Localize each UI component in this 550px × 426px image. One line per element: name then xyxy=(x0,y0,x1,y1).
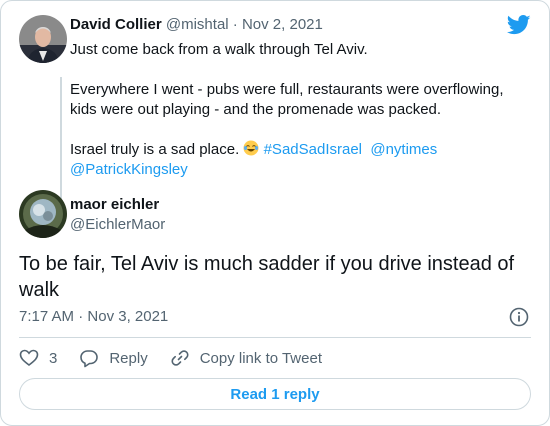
avatar[interactable] xyxy=(19,190,67,238)
tweet-line-3-text: Israel truly is a sad place. xyxy=(70,141,240,158)
copy-link-label: Copy link to Tweet xyxy=(199,349,322,367)
thread-connector-line xyxy=(60,77,62,199)
mention-link[interactable]: @PatrickKingsley xyxy=(70,161,188,178)
tweet-time[interactable]: 7:17 AM xyxy=(19,308,74,325)
tweet-date[interactable]: Nov 2, 2021 xyxy=(242,16,323,33)
tweet-embed-card: David Collier @mishtal · Nov 2, 2021 Jus… xyxy=(0,0,550,426)
tweet-timestamp[interactable]: 7:17 AM · Nov 3, 2021 xyxy=(19,308,168,325)
reply-button[interactable]: Reply xyxy=(79,348,148,368)
like-count: 3 xyxy=(49,349,58,367)
copy-link-button[interactable]: Copy link to Tweet xyxy=(170,348,322,368)
author-name[interactable]: David Collier xyxy=(70,16,162,33)
tweet-line-3: Israel truly is a sad place. #SadSadIsra… xyxy=(70,140,520,180)
tweet-date[interactable]: Nov 3, 2021 xyxy=(87,308,168,325)
author-handle[interactable]: @EichlerMaor xyxy=(70,216,165,233)
face-with-tears-of-joy-emoji-icon xyxy=(243,140,259,156)
separator: · xyxy=(232,16,238,33)
parent-tweet-header: David Collier @mishtal · Nov 2, 2021 xyxy=(70,16,323,33)
twitter-bird-icon[interactable] xyxy=(507,15,531,35)
read-replies-button[interactable]: Read 1 reply xyxy=(19,378,531,410)
info-icon[interactable] xyxy=(509,307,529,327)
reply-bubble-icon xyxy=(80,350,99,368)
divider xyxy=(19,337,531,338)
avatar[interactable] xyxy=(19,15,67,63)
tweet-line-2: Everywhere I went - pubs were full, rest… xyxy=(70,81,504,118)
reply-label: Reply xyxy=(109,349,148,367)
author-handle[interactable]: @mishtal xyxy=(166,16,229,33)
link-icon xyxy=(171,350,189,366)
author-name[interactable]: maor eichler xyxy=(70,196,159,213)
hashtag-link[interactable]: #SadSadIsrael xyxy=(264,141,362,158)
action-bar: 3 Reply Copy link to Tweet xyxy=(19,347,344,369)
parent-tweet-text: Just come back from a walk through Tel A… xyxy=(70,40,520,180)
tweet-line-1: Just come back from a walk through Tel A… xyxy=(70,41,368,58)
separator: · xyxy=(78,308,84,325)
like-button[interactable]: 3 xyxy=(19,348,57,368)
heart-icon xyxy=(19,349,39,367)
reply-tweet-text: To be fair, Tel Aviv is much sadder if y… xyxy=(19,253,515,301)
mention-link[interactable]: @nytimes xyxy=(370,141,437,158)
